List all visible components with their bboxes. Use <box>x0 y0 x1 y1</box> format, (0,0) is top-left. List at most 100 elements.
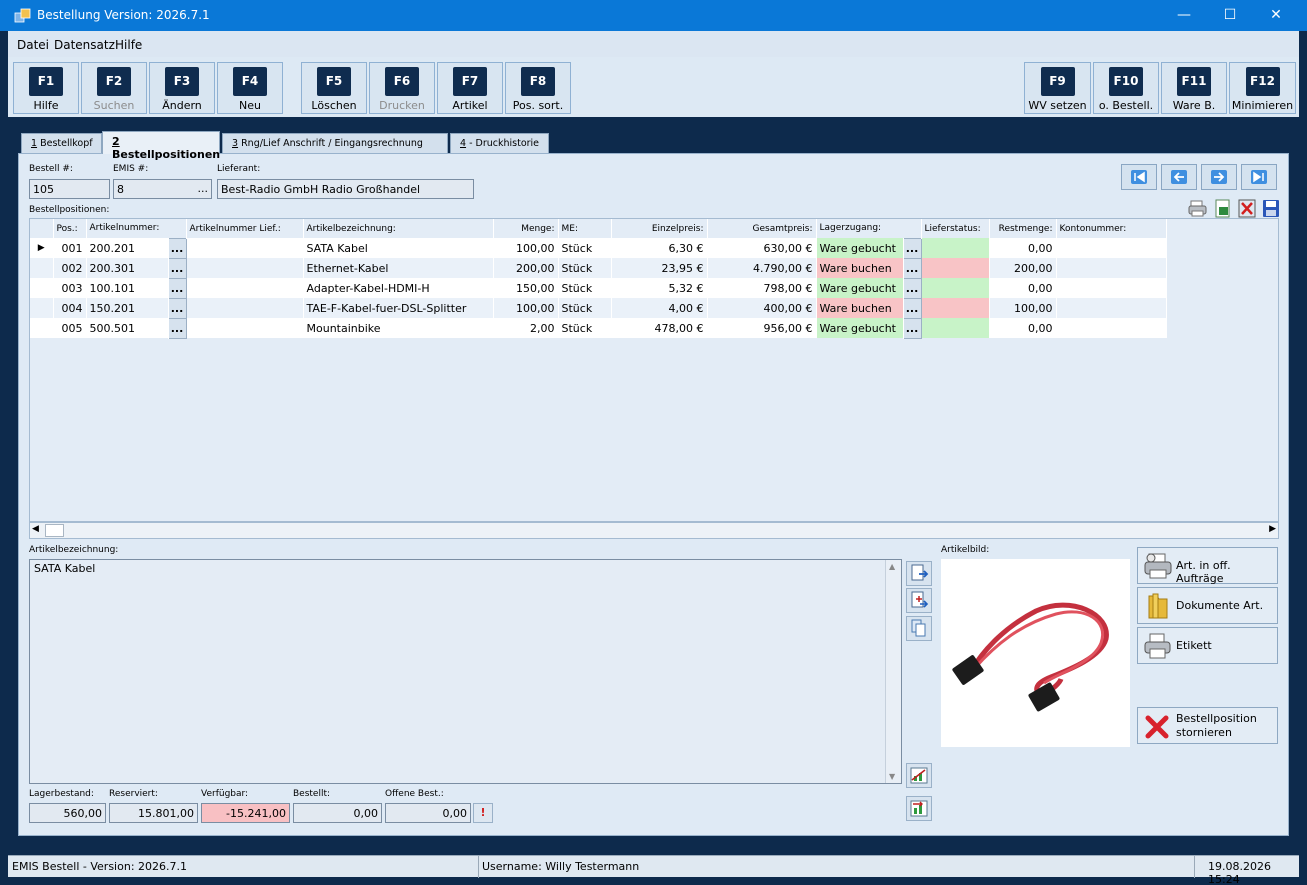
lagerzugang-button[interactable]: ... <box>902 317 922 339</box>
col-gesamtpreis[interactable]: Gesamtpreis: <box>707 219 817 238</box>
f3-aendern-button[interactable]: F3 Ändern <box>149 62 215 114</box>
lagerzugang-button[interactable]: ... <box>902 297 922 319</box>
cell-menge[interactable]: 100,00 <box>493 238 559 258</box>
col-menge[interactable]: Menge: <box>493 219 559 238</box>
cell-artikelnummer-lief[interactable] <box>186 238 304 258</box>
first-record-button[interactable] <box>1121 164 1157 190</box>
cell-me[interactable]: Stück <box>558 238 612 258</box>
chart-swap-button[interactable] <box>906 796 932 821</box>
lagerzugang-button[interactable]: ... <box>902 257 922 279</box>
maximize-button[interactable]: ☐ <box>1207 0 1253 31</box>
cell-einzelpreis[interactable]: 6,30 € <box>611 238 708 258</box>
cell-lagerzugang[interactable]: Ware buchen <box>816 258 904 278</box>
tab-bestellpositionen[interactable]: 2 Bestellpositionen <box>102 131 220 161</box>
table-row[interactable]: 005 500.501 ... Mountainbike 2,00 Stück … <box>30 317 1167 339</box>
dokumente-art-button[interactable]: Dokumente Art. <box>1137 587 1278 624</box>
tab-bestellkopf[interactable]: 1 Bestellkopf <box>21 133 102 154</box>
cell-artikelnummer[interactable]: 150.201 <box>86 298 169 318</box>
cell-artikelnummer[interactable]: 200.301 <box>86 258 169 278</box>
f5-loeschen-button[interactable]: F5 Löschen <box>301 62 367 114</box>
f11-ware-b-button[interactable]: F11 Ware B. <box>1161 62 1227 114</box>
bestellposition-stornieren-button[interactable]: Bestellposition stornieren <box>1137 707 1278 744</box>
col-artikelnummer[interactable]: Artikelnummer: <box>86 219 187 238</box>
table-row[interactable]: 003 100.101 ... Adapter-Kabel-HDMI-H 150… <box>30 277 1167 299</box>
cell-artikelbezeichnung[interactable]: TAE-F-Kabel-fuer-DSL-Splitter <box>303 298 494 318</box>
cell-kontonummer[interactable] <box>1056 258 1167 278</box>
etikett-button[interactable]: Etikett <box>1137 627 1278 664</box>
artikel-lookup-button[interactable]: ... <box>167 237 187 259</box>
printer-icon[interactable] <box>1188 199 1208 218</box>
artikel-lookup-button[interactable]: ... <box>167 297 187 319</box>
lieferant-field[interactable]: Best-Radio GmbH Radio Großhandel <box>217 179 474 199</box>
menu-hilfe[interactable]: Hilfe <box>115 38 142 52</box>
art-in-off-auftraege-button[interactable]: Art. in off. Aufträge <box>1137 547 1278 585</box>
col-pos[interactable]: Pos.: <box>53 219 87 238</box>
col-kontonummer[interactable]: Kontonummer: <box>1056 219 1167 238</box>
close-button[interactable]: ✕ <box>1253 0 1299 31</box>
col-me[interactable]: ME: <box>558 219 612 238</box>
cell-artikelbezeichnung[interactable]: Ethernet-Kabel <box>303 258 494 278</box>
f10-o-bestell-button[interactable]: F10 o. Bestell. <box>1093 62 1159 114</box>
cell-artikelnummer-lief[interactable] <box>186 298 304 318</box>
scroll-up-icon[interactable]: ▲ <box>889 562 895 571</box>
menu-datei[interactable]: Datei <box>17 38 49 52</box>
cell-artikelnummer-lief[interactable] <box>186 278 304 298</box>
f12-minimieren-button[interactable]: F12 Minimieren <box>1229 62 1296 114</box>
cell-artikelnummer-lief[interactable] <box>186 258 304 278</box>
delete-x-icon[interactable] <box>1237 199 1257 218</box>
cell-kontonummer[interactable] <box>1056 298 1167 318</box>
cell-lagerzugang[interactable]: Ware gebucht <box>816 318 904 338</box>
emis-number-field[interactable]: 8... <box>113 179 212 199</box>
lagerzugang-button[interactable]: ... <box>902 277 922 299</box>
cell-lagerzugang[interactable]: Ware gebucht <box>816 238 904 258</box>
table-row[interactable]: 004 150.201 ... TAE-F-Kabel-fuer-DSL-Spl… <box>30 297 1167 319</box>
col-restmenge[interactable]: Restmenge: <box>989 219 1057 238</box>
tab-druckhistorie[interactable]: 4 - Druckhistorie <box>450 133 549 154</box>
cell-lagerzugang[interactable]: Ware gebucht <box>816 278 904 298</box>
cell-einzelpreis[interactable]: 478,00 € <box>611 318 708 338</box>
col-artikelbezeichnung[interactable]: Artikelbezeichnung: <box>303 219 494 238</box>
save-disk-icon[interactable] <box>1261 199 1281 218</box>
f6-drucken-button[interactable]: F6 Drucken <box>369 62 435 114</box>
cell-einzelpreis[interactable]: 5,32 € <box>611 278 708 298</box>
chart-edit-button[interactable] <box>906 763 932 788</box>
horizontal-scrollbar[interactable]: ◀ ▶ <box>29 522 1279 539</box>
cell-einzelpreis[interactable]: 4,00 € <box>611 298 708 318</box>
artikel-lookup-button[interactable]: ... <box>167 277 187 299</box>
col-lagerzugang[interactable]: Lagerzugang: <box>816 219 922 238</box>
f7-artikel-button[interactable]: F7 Artikel <box>437 62 503 114</box>
artikel-lookup-button[interactable]: ... <box>167 317 187 339</box>
copy-document-button[interactable] <box>906 616 932 641</box>
cell-me[interactable]: Stück <box>558 318 612 338</box>
cell-einzelpreis[interactable]: 23,95 € <box>611 258 708 278</box>
last-record-button[interactable] <box>1241 164 1277 190</box>
artikel-lookup-button[interactable]: ... <box>167 257 187 279</box>
f2-suchen-button[interactable]: F2 Suchen <box>81 62 147 114</box>
cell-artikelnummer[interactable]: 100.101 <box>86 278 169 298</box>
offene-best-warning-button[interactable]: ! <box>473 803 493 823</box>
cell-me[interactable]: Stück <box>558 298 612 318</box>
cell-menge[interactable]: 200,00 <box>493 258 559 278</box>
col-einzelpreis[interactable]: Einzelpreis: <box>611 219 708 238</box>
artikelbezeichnung-textarea[interactable]: SATA Kabel ▲ ▼ <box>29 559 902 784</box>
scroll-right-icon[interactable]: ▶ <box>1269 524 1276 534</box>
cell-kontonummer[interactable] <box>1056 318 1167 338</box>
cell-kontonummer[interactable] <box>1056 278 1167 298</box>
next-record-button[interactable] <box>1201 164 1237 190</box>
scroll-left-icon[interactable]: ◀ <box>32 524 39 534</box>
table-row[interactable]: 002 200.301 ... Ethernet-Kabel 200,00 St… <box>30 257 1167 279</box>
scroll-down-icon[interactable]: ▼ <box>889 772 895 781</box>
cell-lagerzugang[interactable]: Ware buchen <box>816 298 904 318</box>
cell-artikelnummer-lief[interactable] <box>186 318 304 338</box>
cell-menge[interactable]: 100,00 <box>493 298 559 318</box>
table-row[interactable]: ▶ 001 200.201 ... SATA Kabel 100,00 Stüc… <box>30 237 1167 259</box>
insert-document-button[interactable] <box>906 588 932 613</box>
cell-artikelbezeichnung[interactable]: Adapter-Kabel-HDMI-H <box>303 278 494 298</box>
f8-pos-sort-button[interactable]: F8 Pos. sort. <box>505 62 571 114</box>
col-artikelnummer-lief[interactable]: Artikelnummer Lief.: <box>186 219 304 238</box>
cell-artikelbezeichnung[interactable]: SATA Kabel <box>303 238 494 258</box>
cell-kontonummer[interactable] <box>1056 238 1167 258</box>
minimize-button[interactable]: — <box>1161 0 1207 31</box>
cell-me[interactable]: Stück <box>558 278 612 298</box>
f1-hilfe-button[interactable]: F1 Hilfe <box>13 62 79 114</box>
